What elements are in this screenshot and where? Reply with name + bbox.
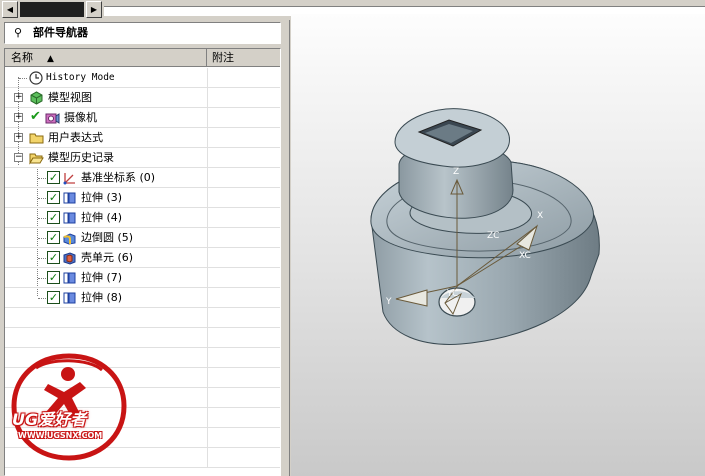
- feature-checkbox[interactable]: ✓: [47, 271, 60, 284]
- axis-label-zc: ZC: [487, 231, 499, 241]
- watermark-url: WWW.UGSNX.COM: [18, 431, 103, 440]
- tree-item-label: 摄像机: [64, 111, 97, 124]
- axis-label-x: X: [537, 211, 543, 221]
- extrude-icon: [63, 212, 76, 224]
- empty-row: [5, 308, 280, 328]
- feature-checkbox[interactable]: ✓: [47, 211, 60, 224]
- shell-icon: [63, 252, 76, 265]
- feature-checkbox[interactable]: ✓: [47, 291, 60, 304]
- column-name-header[interactable]: 名称 ▲: [5, 49, 207, 67]
- feature-checkbox[interactable]: ✓: [47, 251, 60, 264]
- tree-item-label: History Mode: [46, 72, 115, 83]
- feature-label: 边倒圆 (5): [81, 231, 134, 244]
- expand-icon[interactable]: +: [14, 113, 23, 122]
- collapse-icon[interactable]: −: [14, 153, 23, 162]
- axis-label-y: Y: [385, 297, 392, 307]
- tree-item-model-history[interactable]: − 模型历史记录: [5, 148, 280, 168]
- pin-icon[interactable]: ⚲: [11, 26, 25, 40]
- feature-label: 拉伸 (8): [81, 291, 123, 304]
- feature-row[interactable]: ✓ 壳单元 (6): [5, 248, 280, 268]
- feature-row[interactable]: ✓ 边倒圆 (5): [5, 228, 280, 248]
- feature-label: 拉伸 (7): [81, 271, 123, 284]
- column-header: 名称 ▲ 附注: [5, 49, 280, 67]
- feature-row[interactable]: ✓ 基准坐标系 (0): [5, 168, 280, 188]
- tree-item-label: 模型历史记录: [48, 151, 114, 164]
- expand-icon[interactable]: +: [14, 93, 23, 102]
- feature-label: 拉伸 (4): [81, 211, 123, 224]
- tree-item-user-expressions[interactable]: + 用户表达式: [5, 128, 280, 148]
- feature-checkbox[interactable]: ✓: [47, 191, 60, 204]
- folder-icon: [29, 133, 44, 144]
- feature-label: 基准坐标系 (0): [81, 171, 156, 184]
- panel-title: 部件导航器: [33, 26, 88, 39]
- feature-row[interactable]: ✓ 拉伸 (4): [5, 208, 280, 228]
- tree-item-history-mode[interactable]: History Mode: [5, 68, 280, 88]
- axis-label-z: Z: [453, 167, 459, 177]
- edge-blend-icon: [63, 233, 76, 245]
- model-views-icon: [30, 91, 43, 105]
- clock-icon: [29, 71, 43, 85]
- extrude-icon: [63, 292, 76, 304]
- watermark-brand: UG爱好者: [12, 410, 87, 429]
- folder-open-icon: [29, 153, 44, 165]
- scroll-left-button[interactable]: ◀: [2, 1, 18, 18]
- datum-csys-icon: [63, 173, 75, 185]
- checkmark-icon: ✔: [30, 109, 41, 124]
- scroll-thumb[interactable]: [20, 2, 84, 17]
- axis-label-xc: XC: [519, 251, 531, 261]
- feature-label: 壳单元 (6): [81, 251, 134, 264]
- feature-checkbox[interactable]: ✓: [47, 231, 60, 244]
- empty-row: [5, 328, 280, 348]
- camera-icon: [45, 113, 60, 124]
- 3d-model: Z ZC X XC Y YC: [370, 108, 600, 345]
- sort-ascending-icon: ▲: [47, 54, 54, 64]
- graphics-viewport[interactable]: Z ZC X XC Y YC: [291, 14, 705, 476]
- column-note-header[interactable]: 附注: [208, 49, 280, 67]
- tree-item-model-views[interactable]: + 模型视图: [5, 88, 280, 108]
- extrude-icon: [63, 192, 76, 204]
- feature-label: 拉伸 (3): [81, 191, 123, 204]
- feature-checkbox[interactable]: ✓: [47, 171, 60, 184]
- feature-row[interactable]: ✓ 拉伸 (7): [5, 268, 280, 288]
- expand-icon[interactable]: +: [14, 133, 23, 142]
- axis-label-yc: YC: [446, 289, 458, 299]
- tree-item-label: 模型视图: [48, 91, 92, 104]
- feature-row[interactable]: ✓ 拉伸 (8): [5, 288, 280, 308]
- extrude-icon: [63, 272, 76, 284]
- feature-row[interactable]: ✓ 拉伸 (3): [5, 188, 280, 208]
- scroll-right-button[interactable]: ▶: [86, 1, 102, 18]
- panel-title-bar: ⚲ 部件导航器: [4, 22, 281, 44]
- ugsnx-watermark-logo: UG爱好者 WWW.UGSNX.COM: [6, 348, 132, 464]
- tree-item-cameras[interactable]: + ✔ 摄像机: [5, 108, 280, 128]
- tree-item-label: 用户表达式: [48, 131, 103, 144]
